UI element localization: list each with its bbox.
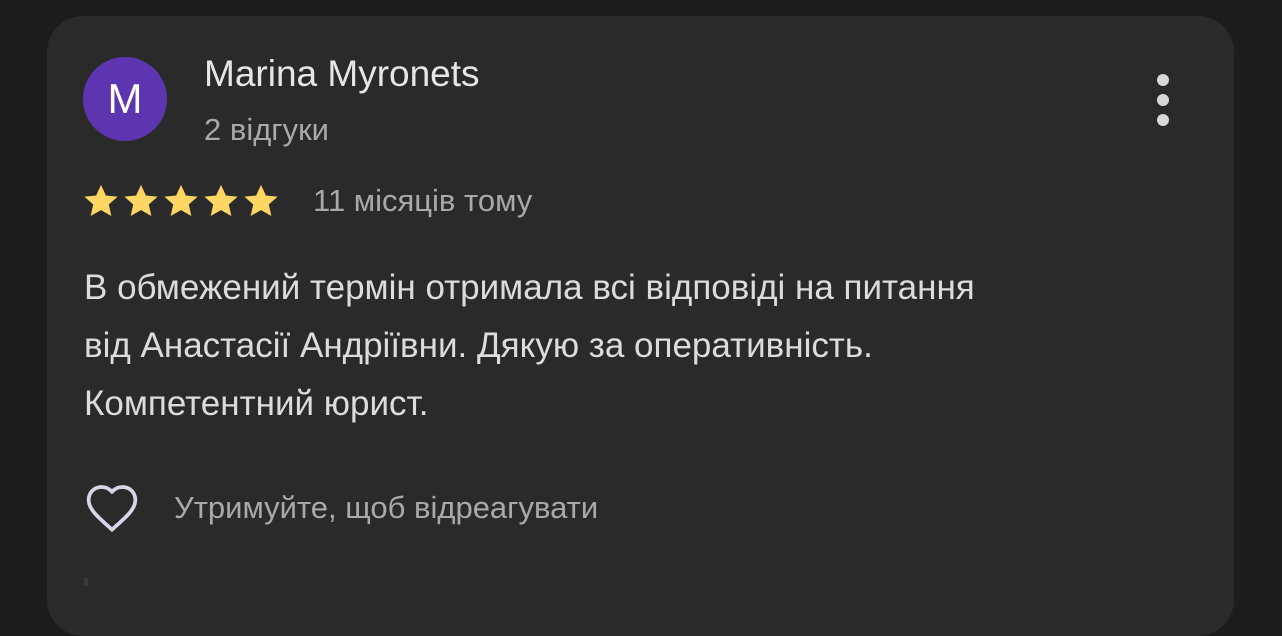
review-text: В обмежений термін отримала всі відповід… <box>84 259 1204 433</box>
star-rating <box>82 182 280 220</box>
avatar[interactable]: M <box>83 57 167 141</box>
author-review-count: 2 відгуки <box>204 112 329 147</box>
more-options-button[interactable] <box>1148 72 1178 128</box>
review-text-line: від Анастасії Андріївни. Дякую за операт… <box>84 326 873 365</box>
review-text-line: Компетентний юрист. <box>84 384 429 423</box>
react-button[interactable]: Утримуйте, щоб відреагувати <box>80 480 598 536</box>
star-icon <box>244 184 278 217</box>
heart-outline-icon <box>86 485 138 532</box>
author-name[interactable]: Marina Myronets <box>204 52 480 96</box>
review-text-line: В обмежений термін отримала всі відповід… <box>84 268 975 307</box>
star-icon <box>124 184 158 217</box>
star-icon <box>204 184 238 217</box>
review-time: 11 місяців тому <box>313 183 533 218</box>
star-icon <box>84 184 118 217</box>
divider <box>84 578 88 586</box>
react-label: Утримуйте, щоб відреагувати <box>174 490 599 525</box>
star-icon <box>164 184 198 217</box>
